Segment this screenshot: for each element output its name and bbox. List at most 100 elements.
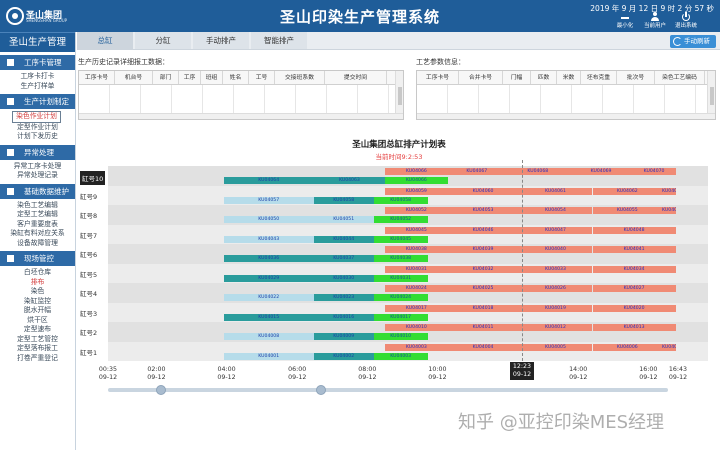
gantt-bar[interactable]: KU04004 xyxy=(447,343,519,351)
gantt-bar[interactable]: KU04020 xyxy=(592,304,676,312)
sidebar-item[interactable]: 染色作业计划 xyxy=(12,111,61,123)
sidebar-section-3[interactable]: 基础数据维护 xyxy=(0,183,75,199)
gantt-bar[interactable]: KU04031 xyxy=(385,265,448,273)
gantt-bar[interactable]: KU04023 xyxy=(313,294,374,301)
sidebar-item[interactable]: 设备故障管理 xyxy=(0,239,75,249)
sidebar-item[interactable]: 异常处理记录 xyxy=(0,171,75,181)
gantt-bar[interactable]: KU04050 xyxy=(223,216,314,223)
manual-refresh-button[interactable]: 手动刷新 xyxy=(670,35,716,48)
gantt-bar[interactable]: KU04029 xyxy=(223,274,314,282)
gantt-bar[interactable]: KU04008 xyxy=(223,333,314,340)
column-header[interactable]: 班组 xyxy=(201,71,223,84)
gantt-bar[interactable]: KU04064 xyxy=(223,177,314,184)
history-horizontal-scrollbar[interactable] xyxy=(79,113,403,119)
gantt-bar[interactable]: KU04053 xyxy=(447,207,519,214)
gantt-bar[interactable]: KU04024 xyxy=(385,285,448,292)
column-header[interactable]: 工序 xyxy=(179,71,201,84)
tab-sub-vat[interactable]: 分缸 xyxy=(135,32,191,49)
column-header[interactable]: 染色工艺编码 xyxy=(655,71,705,84)
minimize-button[interactable]: 最小化 xyxy=(612,12,638,30)
tab-smart-schedule[interactable]: 智能排产 xyxy=(251,32,307,49)
sidebar-item[interactable]: 定型作业计划 xyxy=(0,123,75,133)
column-header[interactable]: 门幅 xyxy=(503,71,531,84)
gantt-bar[interactable]: KU04041 xyxy=(592,246,676,253)
sidebar-section-4[interactable]: 现场管控 xyxy=(0,251,75,266)
gantt-bar[interactable]: KU04007 xyxy=(662,343,676,351)
gantt-bar[interactable]: KU04016 xyxy=(313,313,374,321)
column-header[interactable]: 工序卡号 xyxy=(79,71,115,84)
gantt-bar[interactable]: KU04057 xyxy=(223,196,314,204)
column-header[interactable]: 交接班系数 xyxy=(275,71,325,84)
column-header[interactable]: 批次号 xyxy=(617,71,655,84)
column-header[interactable]: 米数 xyxy=(557,71,581,84)
history-vertical-scrollbar[interactable] xyxy=(395,71,403,119)
tab-manual-schedule[interactable]: 手动排产 xyxy=(193,32,249,49)
slider-end-handle[interactable] xyxy=(316,385,326,395)
column-header[interactable]: 机台号 xyxy=(115,71,153,84)
gantt-bar[interactable]: KU04005 xyxy=(518,343,593,351)
gantt-bar[interactable]: KU04010 xyxy=(373,333,428,340)
slider-start-handle[interactable] xyxy=(156,385,166,395)
gantt-bar[interactable]: KU04018 xyxy=(447,304,519,312)
gantt-bar[interactable]: KU04062 xyxy=(592,187,663,195)
gantt-bar[interactable]: KU04003 xyxy=(373,352,428,360)
sidebar-item[interactable]: 定型工艺编辑 xyxy=(0,210,75,220)
gantt-bar[interactable]: KU04038 xyxy=(373,255,428,262)
gantt-bar[interactable]: KU04039 xyxy=(447,246,519,253)
gantt-bar[interactable]: KU04052 xyxy=(373,216,428,223)
column-header[interactable]: 姓名 xyxy=(223,71,249,84)
sidebar-section-1[interactable]: 生产计划制定 xyxy=(0,94,75,109)
gantt-bar[interactable]: KU04070 xyxy=(632,168,676,175)
gantt-bar[interactable]: KU04054 xyxy=(518,207,593,214)
gantt-bar[interactable]: KU04030 xyxy=(313,274,374,282)
sidebar-item[interactable]: 异常工序卡处理 xyxy=(0,162,75,172)
gantt-bar[interactable]: KU04067 xyxy=(447,168,506,175)
process-params-table[interactable]: 工序卡号 合并卡号 门幅 匹数 米数 坯布克重 批次号 染色工艺编码 xyxy=(416,70,716,120)
sidebar-item[interactable]: 烘干区 xyxy=(0,316,75,326)
gantt-bar[interactable]: KU04066 xyxy=(385,168,448,175)
gantt-bar[interactable]: KU04026 xyxy=(518,285,593,292)
gantt-bar[interactable]: KU04058 xyxy=(373,196,428,204)
sidebar-item[interactable]: 定型工艺管控 xyxy=(0,335,75,345)
gantt-bar[interactable]: KU04024 xyxy=(373,294,428,301)
gantt-bar[interactable]: KU04048 xyxy=(592,226,676,234)
gantt-bar[interactable]: KU04045 xyxy=(385,226,448,234)
gantt-bar[interactable]: KU04060 xyxy=(447,187,519,195)
sidebar-item[interactable]: 定型落布报工 xyxy=(0,344,75,354)
column-header[interactable]: 工序卡号 xyxy=(417,71,459,84)
sidebar-item[interactable]: 白坯仓库 xyxy=(0,268,75,278)
gantt-bar[interactable]: KU04036 xyxy=(223,255,314,262)
gantt-bar[interactable]: KU04047 xyxy=(518,226,593,234)
gantt-bar[interactable]: KU04059 xyxy=(385,187,448,195)
gantt-bar[interactable]: KU04012 xyxy=(518,324,593,331)
sidebar-section-0[interactable]: 工序卡管理 xyxy=(0,55,75,70)
column-header[interactable]: 坯布克重 xyxy=(581,71,617,84)
sidebar-item[interactable]: 染缸有料对应关系 xyxy=(0,229,75,239)
gantt-bar[interactable]: KU04068 xyxy=(505,168,570,175)
gantt-bar[interactable]: KU04037 xyxy=(313,255,374,262)
tab-total-vat[interactable]: 总缸 xyxy=(77,32,133,49)
sidebar-item[interactable]: 计划下发历史 xyxy=(0,132,75,142)
column-header[interactable]: 部门 xyxy=(153,71,179,84)
gantt-bar[interactable]: KU04009 xyxy=(313,333,374,340)
gantt-bar[interactable]: KU04034 xyxy=(592,265,676,273)
gantt-bar[interactable]: KU04025 xyxy=(447,285,519,292)
gantt-bar[interactable]: KU04027 xyxy=(592,285,676,292)
gantt-bar[interactable]: KU04015 xyxy=(223,313,314,321)
gantt-bar[interactable]: KU04022 xyxy=(223,294,314,301)
gantt-bar[interactable]: KU04063 xyxy=(662,187,676,195)
gantt-bar[interactable]: KU04055 xyxy=(592,207,663,214)
gantt-bar[interactable]: KU04038 xyxy=(385,246,448,253)
column-header[interactable]: 合并卡号 xyxy=(459,71,503,84)
gantt-bar[interactable]: KU04040 xyxy=(518,246,593,253)
sidebar-item[interactable]: 生产打样单 xyxy=(0,82,75,92)
gantt-bar[interactable]: KU04069 xyxy=(569,168,633,175)
gantt-bar[interactable]: KU04056 xyxy=(662,207,676,214)
column-header[interactable]: 提交时间 xyxy=(325,71,387,84)
logout-button[interactable]: 退出系统 xyxy=(673,12,699,30)
gantt-bar[interactable]: KU04017 xyxy=(385,304,448,312)
gantt-bar[interactable]: KU04063 xyxy=(313,177,386,184)
current-user-button[interactable]: 当前用户 xyxy=(642,12,668,30)
gantt-bar[interactable]: KU04052 xyxy=(385,207,448,214)
process-vertical-scrollbar[interactable] xyxy=(707,71,715,119)
